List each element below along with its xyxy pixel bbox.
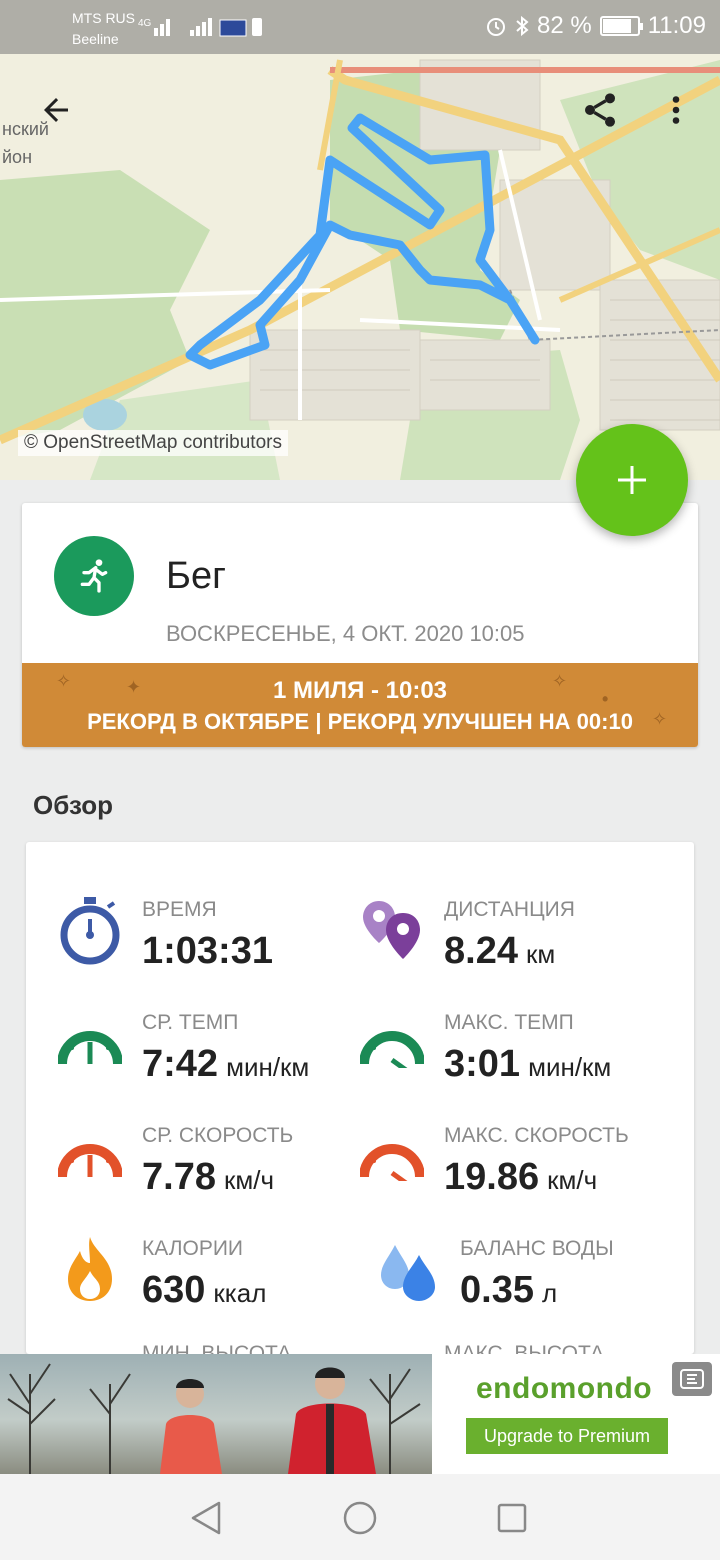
stat-value: 8.24 км	[444, 930, 556, 972]
stat-value: 0.35 л	[460, 1269, 558, 1311]
status-right: 82 % 11:09	[485, 12, 706, 40]
more-options-button[interactable]	[648, 82, 704, 138]
record-title: 1 МИЛЯ - 10:03	[272, 677, 448, 704]
stat-label: МАКС. СКОРОСТЬ	[444, 1124, 629, 1147]
map-canvas: нский йон	[0, 59, 720, 480]
nav-home-button[interactable]	[336, 1494, 384, 1542]
stat-label: ВРЕМЯ	[142, 898, 217, 921]
max-pace-gauge-icon	[358, 1003, 426, 1083]
stat-label: СР. СКОРОСТЬ	[142, 1124, 294, 1147]
carrier-labels: MTS RUS Beeline	[72, 8, 135, 50]
share-button[interactable]	[572, 82, 628, 138]
overview-title: Обзор	[33, 790, 113, 820]
water-drops-icon	[374, 1229, 442, 1309]
stat-duration: ВРЕМЯ 1:03:31	[56, 890, 376, 990]
arrow-back-icon	[44, 98, 68, 122]
battery-icon	[599, 16, 643, 36]
stat-label-min-altitude: МИН. ВЫСОТА	[142, 1342, 292, 1354]
stat-calories: КАЛОРИИ 630 ккал	[56, 1229, 376, 1329]
workout-summary-card: Бег ВОСКРЕСЕНЬЕ, 4 ОКТ. 2020 10:05 ✧ ✦ ✧…	[22, 503, 698, 747]
stat-avg-speed: СР. СКОРОСТЬ 7.78 км/ч	[56, 1116, 376, 1216]
ad-photo	[0, 1354, 432, 1474]
flame-icon	[56, 1229, 124, 1309]
stat-max-pace: МАКС. ТЕМП 3:01 мин/км	[358, 1003, 678, 1103]
carrier-2: Beeline	[72, 31, 119, 47]
back-button[interactable]	[28, 82, 84, 138]
map-credit[interactable]: © OpenStreetMap contributors	[18, 430, 288, 456]
stat-value: 7:42 мин/км	[142, 1043, 310, 1085]
nav-recents-button[interactable]	[488, 1494, 536, 1542]
stat-value: 7.78 км/ч	[142, 1156, 274, 1198]
stat-avg-pace: СР. ТЕМП 7:42 мин/км	[56, 1003, 376, 1103]
more-vert-icon	[672, 96, 680, 124]
ad-brand: endomondo	[476, 1372, 653, 1405]
clock: 11:09	[647, 12, 706, 39]
battery-level	[602, 19, 631, 33]
network-type: 4G	[138, 18, 152, 29]
battery-percent: 82 %	[537, 12, 592, 39]
nav-recents-icon	[497, 1503, 527, 1533]
nav-home-icon	[343, 1501, 377, 1535]
avg-pace-gauge-icon	[56, 1003, 124, 1083]
stat-label: МАКС. ТЕМП	[444, 1011, 574, 1034]
stat-label: КАЛОРИИ	[142, 1237, 244, 1260]
sport-name: Бег	[166, 555, 226, 597]
ad-close-icon[interactable]	[672, 1362, 712, 1396]
plus-icon	[618, 466, 646, 494]
distance-pin-icon	[358, 890, 426, 970]
status-bar: MTS RUS Beeline 4G 82 % 11:09	[0, 0, 720, 54]
nav-back-button[interactable]	[182, 1494, 230, 1542]
system-nav-bar	[0, 1474, 720, 1560]
stat-label: СР. ТЕМП	[142, 1011, 239, 1034]
stat-label-max-altitude: МАКС. ВЫСОТА	[444, 1342, 605, 1354]
stat-value: 3:01 мин/км	[444, 1043, 612, 1085]
stopwatch-icon	[56, 890, 124, 970]
add-button[interactable]	[576, 424, 688, 536]
bluetooth-icon	[516, 15, 529, 37]
max-speed-gauge-icon	[358, 1116, 426, 1196]
avg-speed-gauge-icon	[56, 1116, 124, 1196]
stat-label: ДИСТАНЦИЯ	[444, 898, 575, 921]
workout-date: ВОСКРЕСЕНЬЕ, 4 ОКТ. 2020 10:05	[166, 621, 525, 646]
sport-badge[interactable]	[54, 536, 134, 616]
carrier-1: MTS RUS	[72, 10, 135, 26]
record-banner[interactable]: ✧ ✦ ✧ • ✧ 1 МИЛЯ - 10:03 РЕКОРД В ОКТЯБР…	[22, 663, 698, 747]
alarm-icon	[487, 18, 506, 36]
ad-banner[interactable]: endomondo Upgrade to Premium	[0, 1354, 720, 1474]
stat-max-speed: МАКС. СКОРОСТЬ 19.86 км/ч	[358, 1116, 678, 1216]
route-map[interactable]: нский йон © OpenStreetMap contributors	[0, 0, 720, 480]
stat-value: 630 ккал	[142, 1269, 267, 1311]
nav-back-icon	[191, 1501, 221, 1535]
stat-water-balance: БАЛАНС ВОДЫ 0.35 л	[374, 1229, 694, 1329]
map-place-label-2: йон	[2, 147, 32, 167]
overview-stats-card: ВРЕМЯ 1:03:31 ДИСТАНЦИЯ 8.24 км СР. ТЕМП …	[26, 842, 694, 1354]
running-icon	[80, 559, 108, 593]
signal-icons: 4G	[138, 18, 262, 37]
stat-value: 1:03:31	[142, 930, 273, 972]
stat-distance: ДИСТАНЦИЯ 8.24 км	[358, 890, 678, 990]
stat-label: БАЛАНС ВОДЫ	[460, 1237, 614, 1260]
record-details: РЕКОРД В ОКТЯБРЕ | РЕКОРД УЛУЧШЕН НА 00:…	[87, 709, 633, 734]
share-icon	[585, 93, 615, 127]
upgrade-premium-button[interactable]: Upgrade to Premium	[466, 1418, 668, 1454]
stat-value: 19.86 км/ч	[444, 1156, 598, 1198]
